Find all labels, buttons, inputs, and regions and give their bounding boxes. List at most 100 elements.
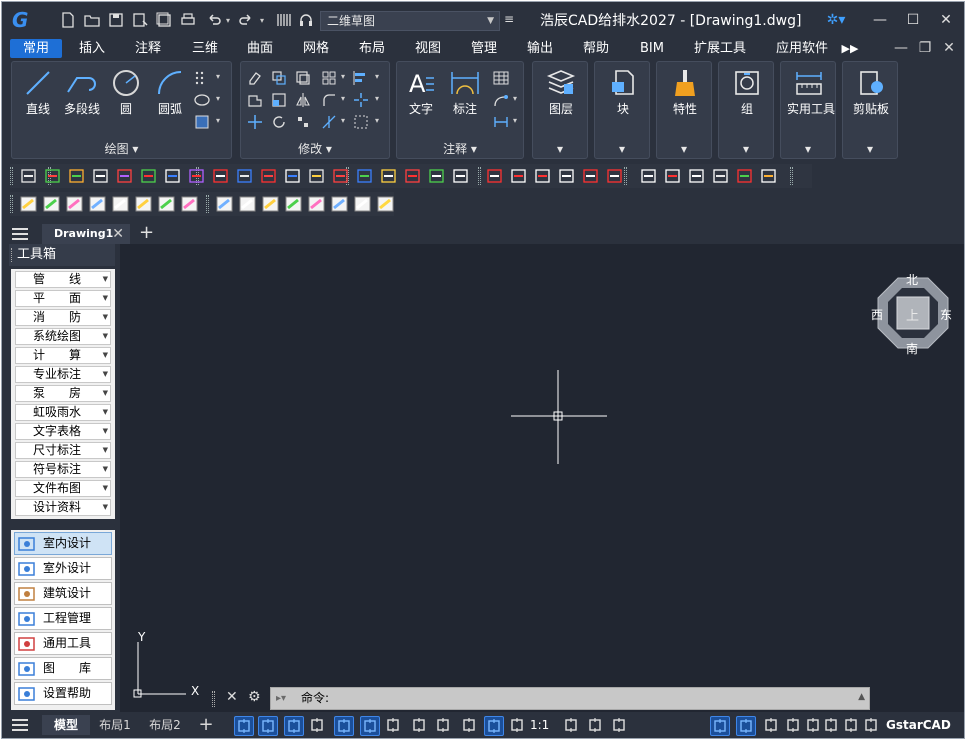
isolate-objects-icon[interactable] [822,716,842,736]
transparency-icon[interactable] [410,716,430,736]
toolbox-category[interactable]: 室内设计 [14,532,112,555]
toolbox-item[interactable]: 设计资料 ▼ [15,499,111,516]
point-grid-icon[interactable] [194,70,210,86]
chevron-up-icon[interactable]: ▲ [858,687,865,708]
toolbox-category[interactable]: 室外设计 [14,557,112,580]
chevron-down-icon[interactable]: ▾ [341,116,345,125]
lightbulb-icon[interactable] [377,196,394,212]
grid-display-icon[interactable] [258,716,278,736]
headset-icon[interactable] [298,12,314,28]
plumbing-tool-icon[interactable] [582,168,599,184]
toolbox-item[interactable]: 消 防 ▼ [15,309,111,326]
chevron-down-icon[interactable]: ▾ [595,140,649,158]
selection-cycling-icon[interactable] [434,716,454,736]
drawing-tool-icon[interactable] [112,196,129,212]
tab-model[interactable]: 模型 [42,715,90,735]
plumbing-tool-icon[interactable] [606,168,623,184]
chevron-down-icon[interactable]: ▾ [216,72,220,81]
tab-layout1[interactable]: 布局1 [94,715,136,735]
view-cube[interactable]: 北 南 东 西 上 [870,270,956,356]
chevron-down-icon[interactable]: ▾ [781,140,835,158]
plumbing-tool-icon[interactable] [212,168,229,184]
fillet-icon[interactable] [321,92,337,108]
toolbox-item[interactable]: 符号标注 ▼ [15,461,111,478]
leader-icon[interactable] [493,92,509,108]
grip-icon[interactable] [790,167,793,185]
plumbing-tool-icon[interactable] [664,168,681,184]
save-as-icon[interactable] [132,12,148,28]
customize-toolbar-icon[interactable]: ≡ [504,12,520,28]
book-icon[interactable] [276,12,292,28]
drawing-tool-icon[interactable] [89,196,106,212]
align-icon[interactable] [353,70,369,86]
new-tab-button[interactable]: + [139,223,154,243]
hardware-acceleration-icon[interactable] [610,716,630,736]
extend-icon[interactable] [321,114,337,130]
toolbox-category[interactable]: 图 库 [14,657,112,680]
polar-icon[interactable] [308,716,328,736]
drawing-tool-icon[interactable] [354,196,371,212]
dynamic-input-icon[interactable] [460,716,480,736]
menu-insert[interactable]: 插入 [72,39,112,58]
menu-bim[interactable]: BIM [632,39,672,58]
menu-mesh[interactable]: 网格 [296,39,336,58]
grip-icon[interactable] [10,195,13,213]
add-layout-button[interactable]: + [196,715,216,735]
drawing-tool-icon[interactable] [262,196,279,212]
scale-icon[interactable] [271,92,287,108]
view-cube-top-face[interactable]: 上 [906,305,919,324]
gear-icon[interactable] [784,716,804,736]
save-icon[interactable] [108,12,124,28]
drawing-tool-icon[interactable] [285,196,302,212]
plumbing-tool-icon[interactable] [380,168,397,184]
plumbing-tool-icon[interactable] [44,168,61,184]
chevron-down-icon[interactable]: ▾ [513,94,517,103]
undo-icon[interactable] [206,12,222,28]
menu-surface[interactable]: 曲面 [240,39,280,58]
stretch-icon[interactable] [247,92,263,108]
drawing-tool-icon[interactable] [158,196,175,212]
plumbing-tool-icon[interactable] [640,168,657,184]
chevron-down-icon[interactable]: ▾ [341,94,345,103]
menu-3d[interactable]: 三维 [185,39,225,58]
plumbing-tool-icon[interactable] [164,168,181,184]
explode-icon[interactable] [353,92,369,108]
clipboard-tool[interactable]: 剪贴板 [849,68,893,128]
offset-icon[interactable] [295,70,311,86]
compass-north[interactable]: 北 [906,271,918,288]
draw-panel-footer[interactable]: 绘图 ▾ [12,140,231,158]
toolbox-item[interactable]: 文件布图 ▼ [15,480,111,497]
plumbing-tool-icon[interactable] [284,168,301,184]
menu-applications[interactable]: 应用软件 [772,39,832,58]
maximize-button[interactable]: ☐ [901,10,925,30]
plumbing-tool-icon[interactable] [712,168,729,184]
toolbox-item[interactable]: 平 面 ▼ [15,290,111,307]
command-history-icon[interactable]: ▸▾ [276,688,286,709]
toolbox-item[interactable]: 泵 房 ▼ [15,385,111,402]
compass-south[interactable]: 南 [906,340,918,357]
plumbing-tool-icon[interactable] [92,168,109,184]
move-icon[interactable] [247,114,263,130]
print-icon[interactable] [180,12,196,28]
tab-layout2[interactable]: 布局2 [144,715,186,735]
auto-scale-icon[interactable] [562,716,582,736]
workspace-select[interactable]: 二维草图 ▼ [320,11,500,31]
gear-icon[interactable]: ⚙ [248,689,261,705]
rotate-icon[interactable] [271,114,287,130]
menu-home[interactable]: 常用 [10,39,62,58]
polyline-tool[interactable]: 多段线 [60,68,104,128]
minimize-button[interactable]: — [868,10,892,30]
doc-restore-button[interactable]: ❐ [916,39,934,57]
plumbing-tool-icon[interactable] [308,168,325,184]
mirror-icon[interactable] [295,92,311,108]
dimension-tool[interactable]: 标注 [443,68,487,128]
clean-screen-icon[interactable] [842,716,862,736]
ortho-icon[interactable] [284,716,304,736]
drawing-tool-icon[interactable] [331,196,348,212]
lock-icon[interactable] [804,716,824,736]
toolbox-item[interactable]: 尺寸标注 ▼ [15,442,111,459]
settings-star-icon[interactable]: ✲▾ [824,10,848,30]
group-tool[interactable]: 组 [725,68,769,128]
more-menus-icon[interactable]: ▶▶ [840,39,860,58]
line-tool[interactable]: 直线 [16,68,60,128]
